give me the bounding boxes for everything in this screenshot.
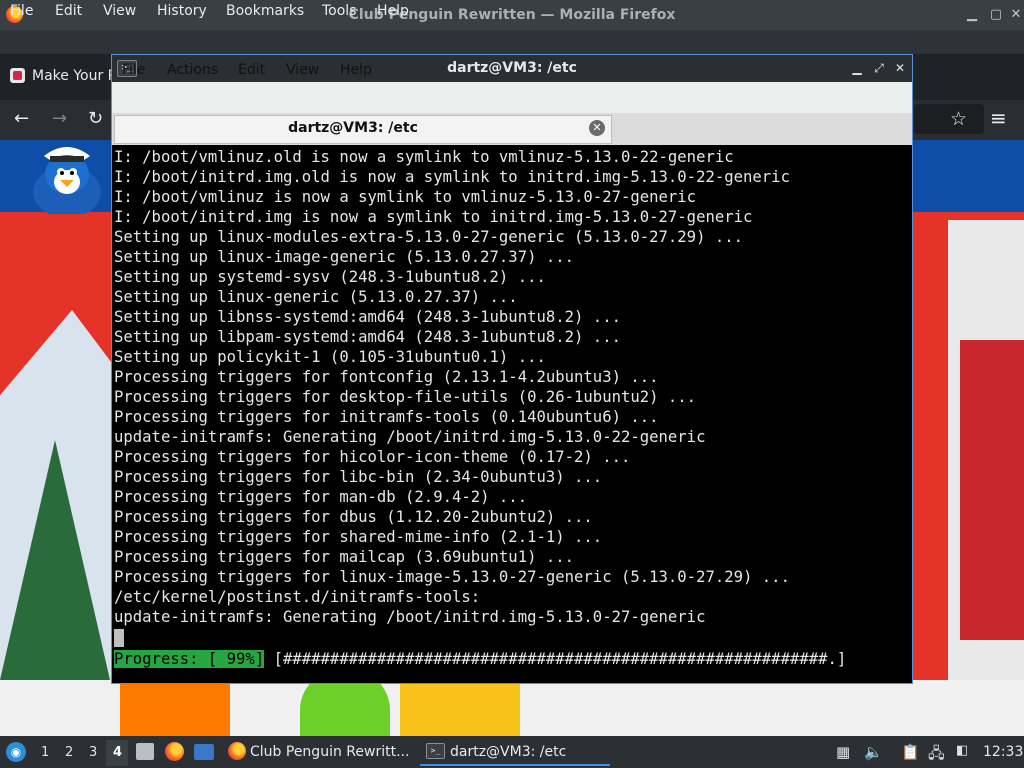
terminal-line: Processing triggers for shared-mime-info… (114, 528, 603, 546)
taskbar-task-terminal-label: dartz@VM3: /etc (450, 744, 567, 760)
terminal-line: I: /boot/vmlinuz is now a symlink to vml… (114, 188, 697, 206)
terminal-menubar (112, 82, 912, 113)
terminal-menu-view[interactable]: View (286, 62, 319, 78)
terminal-line: Setting up libnss-systemd:amd64 (248.3-1… (114, 308, 621, 326)
firefox-icon (228, 742, 246, 760)
menu-history[interactable]: History (157, 3, 207, 19)
terminal-line: Setting up systemd-sysv (248.3-1ubuntu8.… (114, 268, 546, 286)
clipboard-icon[interactable]: 📋 (901, 743, 920, 761)
maximize-icon[interactable]: ⤢ (870, 59, 888, 77)
menu-file[interactable]: File (10, 3, 33, 19)
terminal-line: Processing triggers for hicolor-icon-the… (114, 448, 631, 466)
workspace-1[interactable]: 1 (41, 745, 49, 760)
terminal-line: I: /boot/initrd.img.old is now a symlink… (114, 168, 790, 186)
url-bar[interactable] (914, 104, 984, 134)
ski-pole-stripe (960, 340, 1024, 640)
taskbar-task-firefox-label: Club Penguin Rewritt... (250, 744, 410, 760)
terminal-line: Processing triggers for initramfs-tools … (114, 408, 659, 426)
penguin-character-icon (33, 147, 101, 214)
terminal-line: I: /boot/initrd.img is now a symlink to … (114, 208, 753, 226)
terminal-line: Setting up policykit-1 (0.105-31ubuntu0.… (114, 348, 546, 366)
terminal-line: update-initramfs: Generating /boot/initr… (114, 428, 706, 446)
hamburger-menu-icon[interactable]: ≡ (990, 106, 1007, 130)
notification-icon[interactable]: ◧ (956, 743, 968, 758)
app-tray-icon[interactable]: ▦ (836, 743, 850, 761)
close-icon[interactable]: ✕ (891, 59, 909, 77)
terminal-line: Setting up linux-modules-extra-5.13.0-27… (114, 228, 744, 246)
orange-penguin (120, 680, 230, 736)
firefox-tab[interactable]: Make Your P (32, 68, 116, 84)
terminal-cursor (114, 629, 124, 647)
reload-icon[interactable]: ↻ (88, 108, 103, 130)
star-icon[interactable]: ☆ (950, 108, 967, 130)
menu-bookmarks[interactable]: Bookmarks (226, 3, 304, 19)
forward-arrow-icon[interactable]: → (52, 108, 67, 130)
terminal-line: Processing triggers for mailcap (3.69ubu… (114, 548, 575, 566)
terminal-line: update-initramfs: Generating /boot/initr… (114, 608, 706, 626)
progress-label: Progress: [ 99%] (114, 650, 265, 668)
terminal-line: I: /boot/vmlinuz.old is now a symlink to… (114, 148, 734, 166)
terminal-line: /etc/kernel/postinst.d/initramfs-tools: (114, 588, 481, 606)
close-icon[interactable]: ✕ (1006, 5, 1024, 25)
menu-edit[interactable]: Edit (55, 3, 82, 19)
start-menu-icon[interactable]: ◉ (6, 742, 26, 762)
minimize-icon[interactable]: ▁ (848, 59, 866, 77)
workspace-3[interactable]: 3 (89, 745, 97, 760)
terminal-line: Setting up linux-generic (5.13.0.27.37) … (114, 288, 518, 306)
terminal-line: Processing triggers for libc-bin (2.34-0… (114, 468, 603, 486)
terminal-tab-label: dartz@VM3: /etc (288, 120, 418, 136)
terminal-line: Processing triggers for fontconfig (2.13… (114, 368, 659, 386)
terminal-window[interactable]: >_ dartz@VM3: /etc ▁ ⤢ ✕ File Actions Ed… (111, 54, 913, 684)
terminal-icon: >_ (426, 743, 445, 759)
yellow-penguin (400, 680, 520, 736)
terminal-menu-actions[interactable]: Actions (167, 62, 218, 78)
terminal-line: Setting up libpam-systemd:amd64 (248.3-1… (114, 328, 621, 346)
terminal-line: Processing triggers for dbus (1.12.20-2u… (114, 508, 593, 526)
terminal-menu-help[interactable]: Help (340, 62, 372, 78)
show-desktop-icon[interactable] (194, 744, 214, 760)
firefox-launcher-icon[interactable] (165, 742, 184, 761)
terminal-line: Processing triggers for linux-image-5.13… (114, 568, 790, 586)
tab-favicon-icon (10, 68, 25, 83)
minimize-icon[interactable]: ▁ (962, 5, 982, 25)
tab-close-icon[interactable]: ✕ (589, 120, 605, 136)
terminal-output[interactable]: I: /boot/vmlinuz.old is now a symlink to… (114, 147, 910, 681)
menu-tools[interactable]: Tools (322, 3, 357, 19)
firefox-window-title: Club Penguin Rewritten — Mozilla Firefox (348, 7, 676, 23)
terminal-line: Setting up linux-image-generic (5.13.0.2… (114, 248, 575, 266)
progress-line: Progress: [ 99%] [######################… (114, 649, 846, 669)
workspace-2[interactable]: 2 (65, 745, 73, 760)
firefox-menubar (0, 30, 1024, 54)
terminal-menu-edit[interactable]: Edit (238, 62, 265, 78)
workspace-4[interactable]: 4 (113, 745, 122, 760)
menu-view[interactable]: View (103, 3, 136, 19)
network-icon[interactable]: 🖧 (928, 743, 945, 768)
progress-bar: [#######################################… (264, 650, 847, 668)
terminal-line: Processing triggers for man-db (2.9.4-2)… (114, 488, 528, 506)
volume-icon[interactable]: 🔈 (864, 743, 883, 761)
terminal-menu-file[interactable]: File (122, 62, 145, 78)
back-arrow-icon[interactable]: ← (14, 108, 29, 130)
terminal-line: Processing triggers for desktop-file-uti… (114, 388, 697, 406)
terminal-window-title: dartz@VM3: /etc (447, 60, 577, 76)
menu-help[interactable]: Help (377, 3, 409, 19)
maximize-icon[interactable]: ▢ (986, 5, 1006, 25)
clock[interactable]: 12:33 (983, 744, 1023, 760)
file-manager-icon[interactable] (136, 743, 154, 760)
